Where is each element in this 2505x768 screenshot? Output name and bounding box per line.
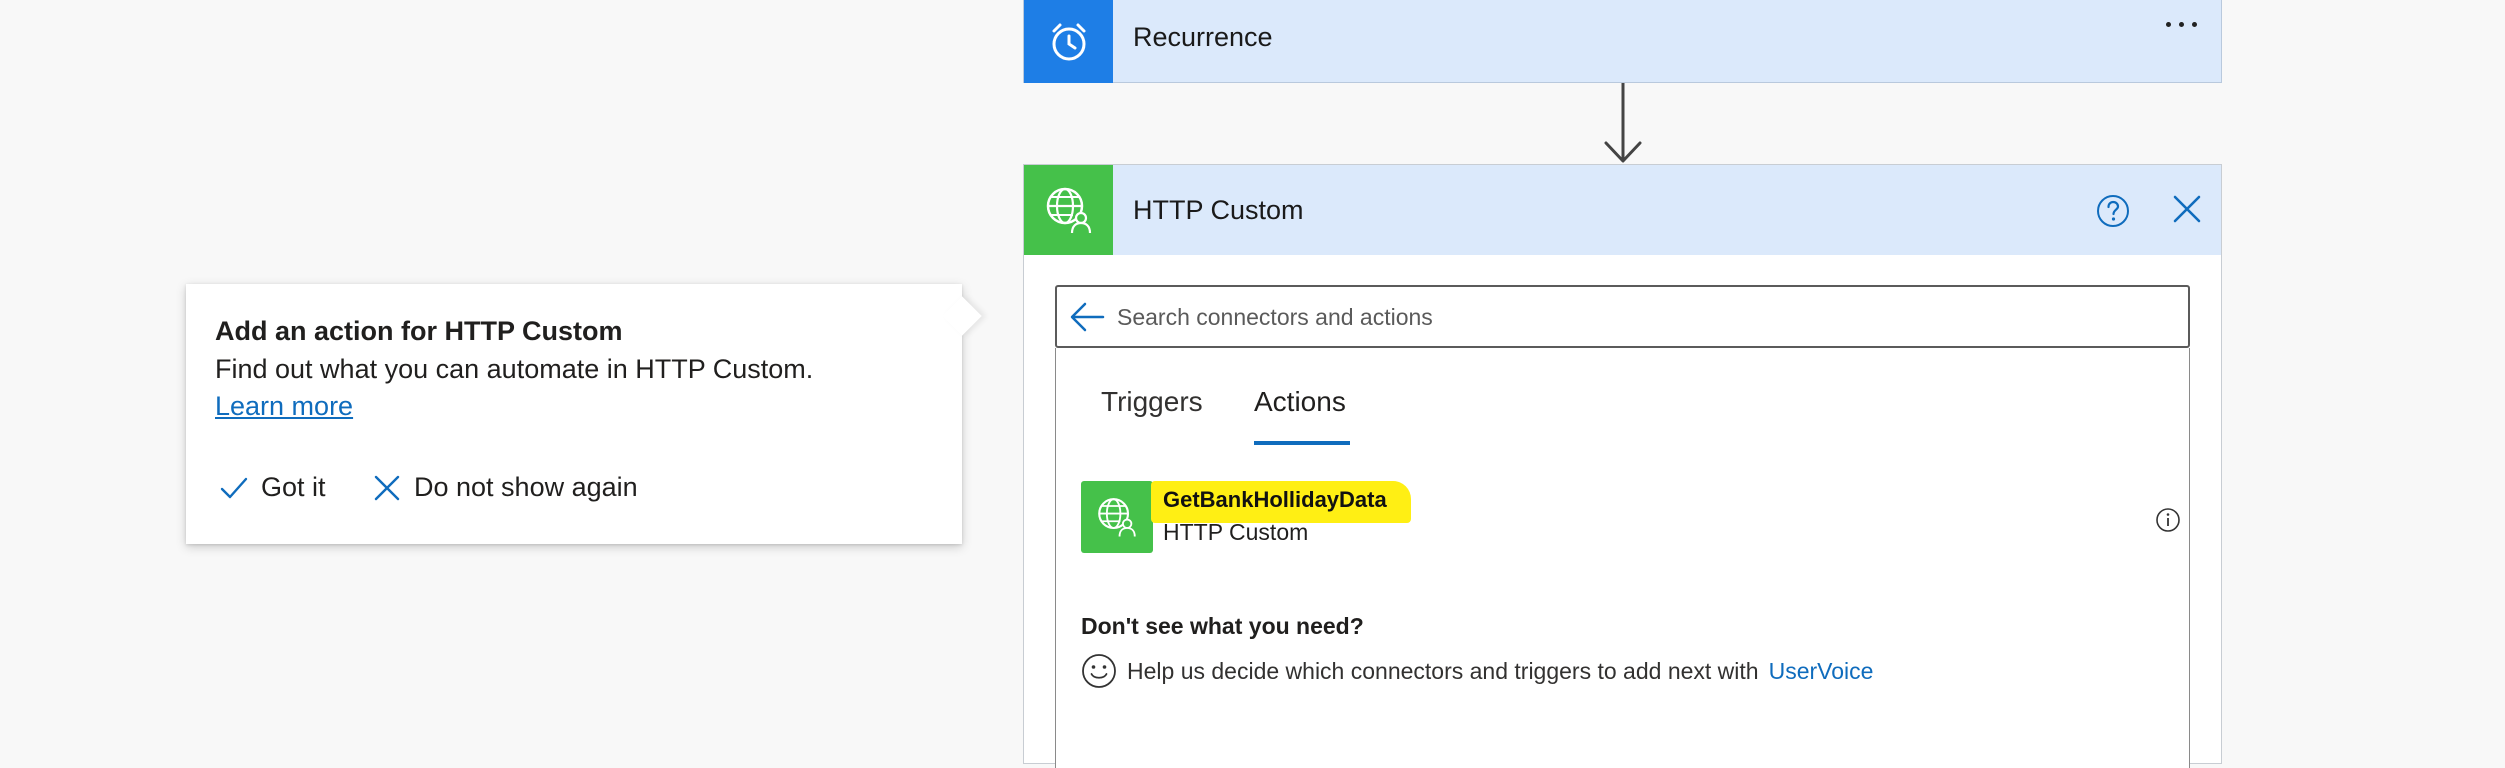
- close-icon: [374, 475, 400, 500]
- uservoice-help-row: Help us decide which connectors and trig…: [1081, 653, 1873, 689]
- help-text: Help us decide which connectors and trig…: [1127, 657, 1759, 684]
- globe-user-icon: [1081, 481, 1153, 553]
- teaching-callout: Add an action for HTTP Custom Find out w…: [186, 284, 982, 544]
- info-icon[interactable]: [2155, 507, 2181, 533]
- search-box[interactable]: [1055, 285, 2190, 348]
- alarm-clock-icon: [1024, 0, 1113, 83]
- http-custom-card: HTTP Custom Triggers Actions: [1023, 164, 2222, 768]
- do-not-show-again-button[interactable]: Do not show again: [372, 472, 638, 503]
- close-icon[interactable]: [2171, 193, 2203, 225]
- flow-arrow: [1604, 83, 1642, 163]
- dont-see-heading: Don't see what you need?: [1081, 613, 1364, 639]
- callout-title: Add an action for HTTP Custom: [215, 316, 623, 346]
- smiley-icon: [1082, 654, 1116, 688]
- action-item[interactable]: GetBankHollidayData HTTP Custom: [1081, 481, 2181, 561]
- globe-user-icon: [1024, 165, 1113, 255]
- learn-more-link[interactable]: Learn more: [215, 391, 353, 422]
- recurrence-card[interactable]: Recurrence: [1023, 0, 2222, 83]
- tab-selected-indicator: [1254, 441, 1350, 445]
- search-input[interactable]: [1115, 295, 2175, 339]
- action-name: GetBankHollidayData: [1163, 487, 1387, 512]
- got-it-label: Got it: [261, 472, 326, 502]
- do-not-show-again-label: Do not show again: [414, 472, 638, 502]
- checkmark-icon: [220, 477, 248, 498]
- action-connector: HTTP Custom: [1163, 519, 1309, 545]
- results-panel: Triggers Actions GetBankHollidayData HTT…: [1055, 348, 2190, 768]
- callout-beak: [942, 296, 982, 336]
- recurrence-title: Recurrence: [1133, 22, 1273, 52]
- got-it-button[interactable]: Got it: [219, 472, 326, 503]
- http-custom-title: HTTP Custom: [1133, 195, 1304, 225]
- help-icon[interactable]: [2096, 194, 2130, 228]
- uservoice-link[interactable]: UserVoice: [1769, 658, 1874, 685]
- back-arrow-icon[interactable]: [1069, 301, 1105, 333]
- callout-body: Find out what you can automate in HTTP C…: [215, 354, 814, 384]
- tab-actions[interactable]: Actions: [1254, 386, 1346, 418]
- tab-triggers[interactable]: Triggers: [1101, 386, 1203, 418]
- http-custom-header[interactable]: HTTP Custom: [1024, 165, 2221, 255]
- more-options-icon[interactable]: [2166, 22, 2197, 27]
